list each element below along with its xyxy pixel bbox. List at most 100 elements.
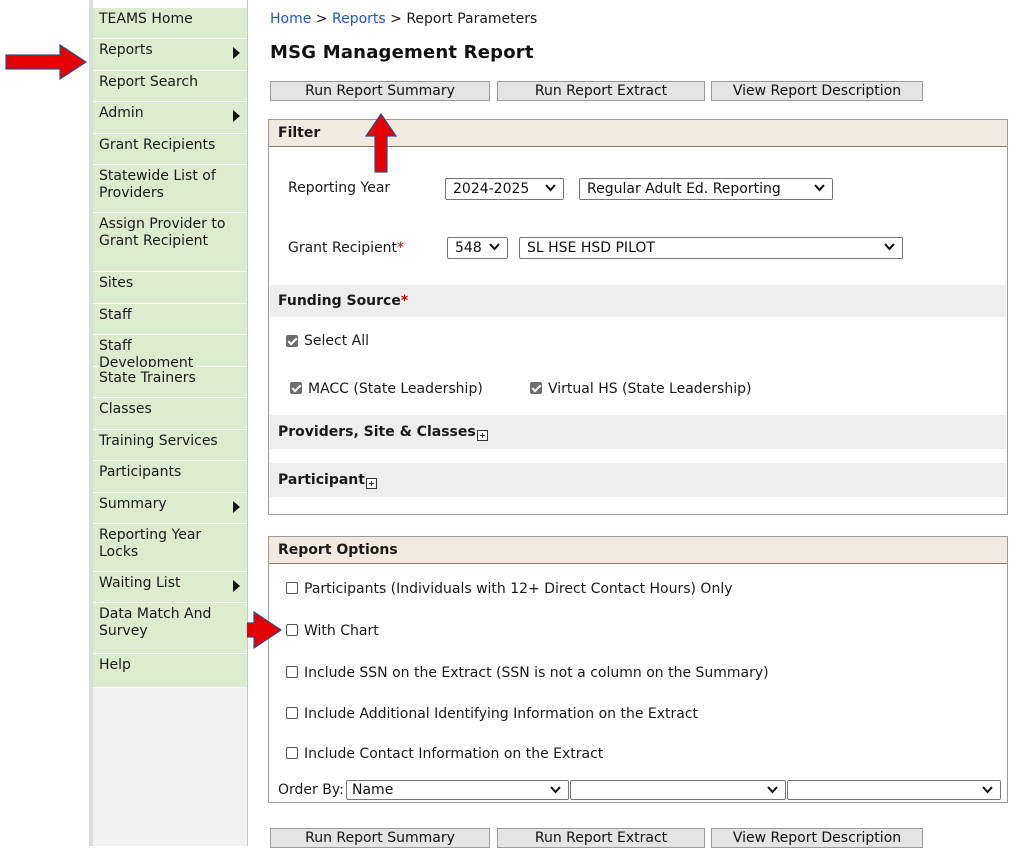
include-ssn-checkbox[interactable] bbox=[286, 666, 298, 678]
sidebar-item-admin[interactable]: Admin bbox=[93, 102, 247, 134]
include-contact-info-label: Include Contact Information on the Extra… bbox=[304, 746, 604, 762]
sidebar-item-label: Help bbox=[99, 657, 131, 673]
breadcrumb-current: Report Parameters bbox=[406, 11, 538, 27]
sidebar-item-label: Summary bbox=[99, 496, 167, 512]
sidebar-item-training-services[interactable]: Training Services bbox=[93, 430, 247, 461]
required-mark: * bbox=[400, 293, 409, 309]
reporting-year-label: Reporting Year bbox=[288, 180, 391, 196]
view-report-description-button-bottom[interactable]: View Report Description bbox=[711, 828, 923, 848]
sidebar-item-data-match-and-survey[interactable]: Data Match And Survey bbox=[93, 603, 247, 654]
run-report-extract-button[interactable]: Run Report Extract bbox=[497, 81, 705, 101]
expand-plus-icon[interactable] bbox=[365, 478, 377, 489]
with-chart-label: With Chart bbox=[304, 623, 379, 639]
with-chart-checkbox[interactable] bbox=[286, 624, 298, 636]
sidebar-item-label: Classes bbox=[99, 401, 152, 417]
sidebar-item-summary[interactable]: Summary bbox=[93, 493, 247, 524]
chevron-down-icon bbox=[884, 243, 895, 251]
sidebar-item-staff-development[interactable]: Staff Development bbox=[93, 335, 247, 371]
sidebar-item-participants[interactable]: Participants bbox=[93, 461, 247, 493]
reporting-type-select[interactable]: Regular Adult Ed. Reporting bbox=[579, 178, 833, 200]
include-identifying-info-checkbox[interactable] bbox=[286, 707, 298, 719]
sidebar-item-grant-recipients[interactable]: Grant Recipients bbox=[93, 134, 247, 165]
macc-label: MACC (State Leadership) bbox=[308, 381, 483, 397]
order-by-value-1: Name bbox=[352, 782, 394, 798]
virtual-hs-label: Virtual HS (State Leadership) bbox=[548, 381, 752, 397]
sidebar-item-state-trainers[interactable]: State Trainers bbox=[93, 367, 247, 398]
sidebar-item-label: Sites bbox=[99, 275, 134, 291]
sidebar-item-reporting-year-locks[interactable]: Reporting Year Locks bbox=[93, 524, 247, 572]
sidebar-divider bbox=[247, 0, 248, 846]
providers-section-title: Providers, Site & Classes bbox=[278, 424, 476, 440]
required-mark: * bbox=[397, 240, 405, 256]
reporting-type-value: Regular Adult Ed. Reporting bbox=[587, 181, 781, 197]
sidebar-item-statewide-list-of-providers[interactable]: Statewide List of Providers bbox=[93, 165, 247, 213]
participants-only-checkbox[interactable] bbox=[286, 582, 298, 594]
caret-right-icon bbox=[233, 501, 240, 513]
sidebar-item-label: Waiting List bbox=[99, 575, 181, 591]
red-arrow-icon bbox=[5, 43, 88, 81]
run-report-summary-button[interactable]: Run Report Summary bbox=[270, 81, 490, 101]
reporting-year-select[interactable]: 2024-2025 bbox=[445, 178, 564, 200]
breadcrumb-home-link[interactable]: Home bbox=[270, 11, 311, 27]
sidebar-item-label: Staff bbox=[99, 307, 132, 323]
sidebar-item-assign-provider-to-grant-recipient[interactable]: Assign Provider to Grant Recipient bbox=[93, 213, 247, 272]
chevron-down-icon bbox=[982, 786, 993, 794]
caret-right-icon bbox=[233, 47, 240, 59]
caret-right-icon bbox=[233, 580, 240, 592]
participants-only-label: Participants (Individuals with 12+ Direc… bbox=[304, 581, 733, 597]
chevron-down-icon bbox=[767, 786, 778, 794]
sidebar-item-label: Report Search bbox=[99, 74, 198, 90]
chevron-down-icon bbox=[489, 243, 500, 251]
include-contact-info-checkbox[interactable] bbox=[286, 747, 298, 759]
sidebar-item-reports[interactable]: Reports bbox=[93, 39, 247, 71]
sidebar-item-label: Assign Provider to Grant Recipient bbox=[99, 216, 226, 249]
sidebar-item-label: TEAMS Home bbox=[99, 11, 193, 27]
red-arrow-icon bbox=[364, 112, 398, 173]
sidebar-item-label: Reports bbox=[99, 42, 153, 58]
sidebar-item-waiting-list[interactable]: Waiting List bbox=[93, 572, 247, 603]
sidebar-item-sites[interactable]: Sites bbox=[93, 272, 247, 304]
sidebar-item-classes[interactable]: Classes bbox=[93, 398, 247, 430]
sidebar-item-label: Admin bbox=[99, 105, 144, 121]
grant-recipient-label: Grant Recipient* bbox=[288, 240, 404, 256]
virtual-hs-checkbox[interactable] bbox=[530, 382, 542, 394]
macc-checkbox[interactable] bbox=[290, 382, 302, 394]
run-report-extract-button-bottom[interactable]: Run Report Extract bbox=[497, 828, 705, 848]
grant-recipient-name-value: SL HSE HSD PILOT bbox=[527, 240, 655, 256]
chevron-down-icon bbox=[550, 786, 561, 794]
providers-section-header[interactable]: Providers, Site & Classes bbox=[270, 415, 1006, 449]
participant-section-title: Participant bbox=[278, 472, 365, 488]
breadcrumb-reports-link[interactable]: Reports bbox=[332, 11, 386, 27]
select-all-label: Select All bbox=[304, 333, 369, 349]
sidebar-item-label: Training Services bbox=[99, 433, 218, 449]
sidebar-item-report-search[interactable]: Report Search bbox=[93, 71, 247, 102]
include-ssn-label: Include SSN on the Extract (SSN is not a… bbox=[304, 665, 769, 681]
order-by-select-3[interactable] bbox=[787, 780, 1001, 800]
sidebar-item-staff[interactable]: Staff bbox=[93, 304, 247, 335]
view-report-description-button[interactable]: View Report Description bbox=[711, 81, 923, 101]
sidebar-item-help[interactable]: Help bbox=[93, 654, 247, 688]
run-report-summary-button-bottom[interactable]: Run Report Summary bbox=[270, 828, 490, 848]
funding-source-title: Funding Source bbox=[278, 293, 401, 309]
breadcrumb: Home > Reports > Report Parameters bbox=[270, 11, 537, 27]
grant-recipient-id-select[interactable]: 548 bbox=[447, 237, 508, 259]
report-options-panel: Report Options Participants (Individuals… bbox=[268, 536, 1008, 803]
sidebar-item-label: Data Match And Survey bbox=[99, 606, 212, 639]
order-by-select-2[interactable] bbox=[570, 780, 786, 800]
order-by-select-1[interactable]: Name bbox=[346, 780, 569, 800]
caret-right-icon bbox=[233, 110, 240, 122]
select-all-checkbox[interactable] bbox=[286, 335, 298, 347]
grant-recipient-name-select[interactable]: SL HSE HSD PILOT bbox=[519, 237, 903, 259]
sidebar-item-label: Grant Recipients bbox=[99, 137, 216, 153]
sidebar-item-label: Participants bbox=[99, 464, 182, 480]
order-by-label: Order By: bbox=[278, 782, 344, 798]
grant-recipient-label-text: Grant Recipient bbox=[288, 240, 398, 256]
funding-source-header: Funding Source* bbox=[270, 285, 1006, 317]
expand-plus-icon[interactable] bbox=[476, 430, 488, 441]
page-title: MSG Management Report bbox=[270, 42, 534, 63]
chevron-down-icon bbox=[545, 184, 556, 192]
chevron-down-icon bbox=[814, 184, 825, 192]
grant-recipient-id-value: 548 bbox=[455, 240, 482, 256]
participant-section-header[interactable]: Participant bbox=[270, 463, 1006, 497]
sidebar-item-teams-home[interactable]: TEAMS Home bbox=[93, 8, 247, 39]
